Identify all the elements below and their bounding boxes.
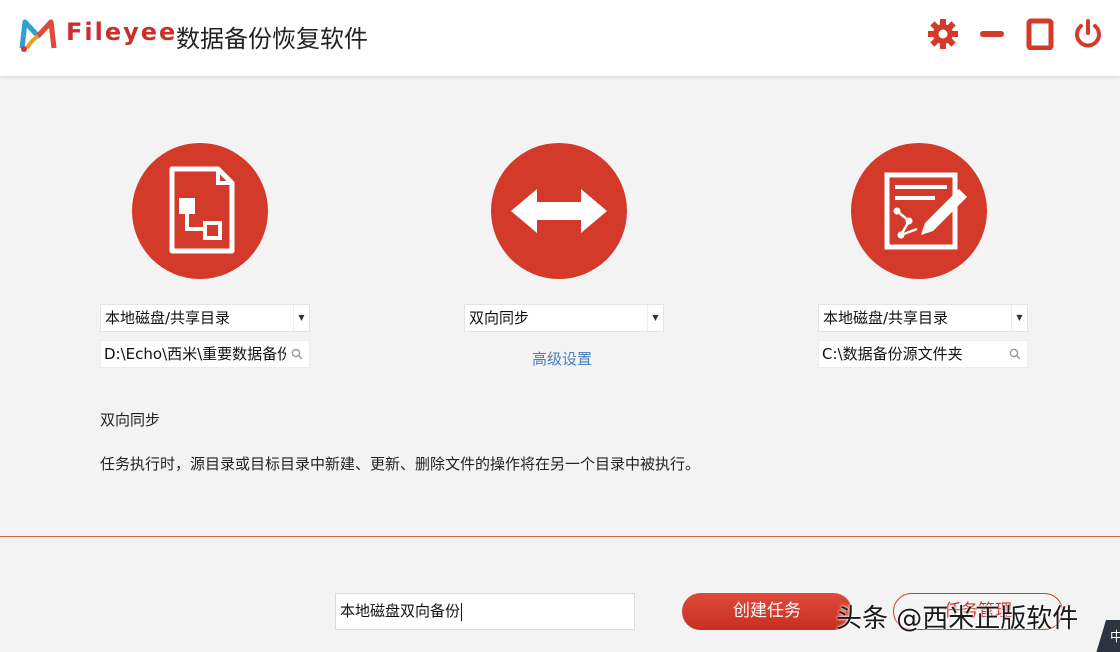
mode-description-title: 双向同步: [100, 411, 161, 429]
target-path-value: C:\数据备份源文件夹: [822, 345, 963, 363]
source-type-select[interactable]: 本地磁盘/共享目录 ▼: [100, 304, 310, 332]
search-icon[interactable]: [1009, 348, 1021, 360]
app-window: Fileyee 数据备份恢复软件 本地磁盘/共享目录 ▼ D:\Echo\西米\…: [0, 0, 1120, 652]
divider: [0, 536, 1120, 537]
sync-mode-circle[interactable]: [491, 143, 627, 279]
advanced-settings-link[interactable]: 高级设置: [532, 348, 592, 369]
edit-document-icon: [884, 172, 967, 250]
double-arrow-icon: [511, 189, 607, 233]
brand-name: Fileyee: [66, 18, 178, 46]
chevron-down-icon: ▼: [1011, 305, 1027, 331]
sync-mode-value: 双向同步: [469, 309, 530, 327]
ime-indicator[interactable]: 中: [1094, 620, 1120, 652]
target-path-input[interactable]: C:\数据备份源文件夹: [818, 340, 1028, 368]
minimize-icon[interactable]: [976, 18, 1008, 50]
maximize-icon[interactable]: [1024, 18, 1056, 50]
target-type-value: 本地磁盘/共享目录: [823, 309, 949, 327]
source-type-value: 本地磁盘/共享目录: [105, 309, 231, 327]
app-title: 数据备份恢复软件: [176, 25, 368, 53]
title-bar: Fileyee 数据备份恢复软件: [0, 0, 1120, 76]
chevron-down-icon: ▼: [293, 305, 309, 331]
target-circle-button[interactable]: [851, 143, 987, 279]
gear-icon[interactable]: [927, 18, 959, 50]
app-logo-icon: [19, 18, 57, 52]
mode-description-text: 任务执行时，源目录或目标目录中新建、更新、删除文件的操作将在另一个目录中被执行。: [100, 455, 701, 473]
source-path-value: D:\Echo\西米\重要数据备份: [104, 345, 286, 363]
source-circle-button[interactable]: [132, 143, 268, 279]
task-name-value: 本地磁盘双向备份: [340, 602, 461, 620]
chevron-down-icon: ▼: [647, 305, 663, 331]
create-task-button[interactable]: 创建任务: [682, 593, 852, 630]
power-icon[interactable]: [1072, 18, 1104, 50]
target-type-select[interactable]: 本地磁盘/共享目录 ▼: [818, 304, 1028, 332]
watermark-text: 头条 @西米正版软件: [836, 604, 1079, 634]
sync-mode-select[interactable]: 双向同步 ▼: [464, 304, 664, 332]
task-name-input[interactable]: 本地磁盘双向备份: [335, 593, 635, 630]
document-flow-icon: [169, 166, 235, 254]
text-caret: [461, 602, 463, 621]
search-icon[interactable]: [291, 348, 303, 360]
source-path-input[interactable]: D:\Echo\西米\重要数据备份: [100, 340, 310, 368]
